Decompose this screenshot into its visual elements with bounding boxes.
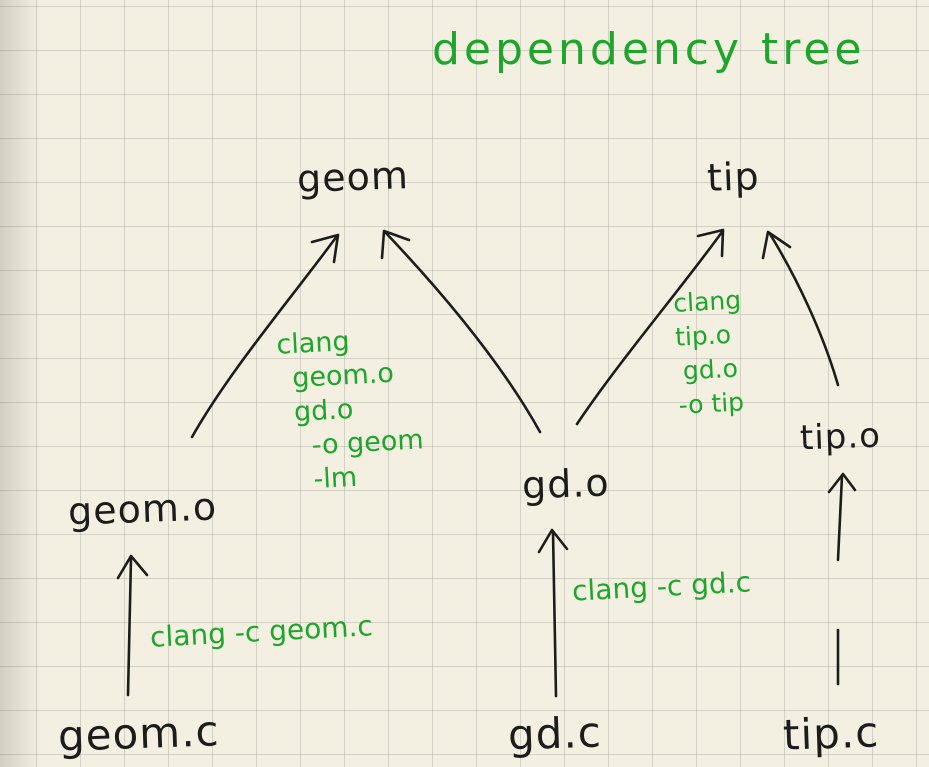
arrow-geom-c-to-geom-o <box>126 556 133 697</box>
node-geom-o: geom.o <box>67 484 218 534</box>
arrowhead-geom-c-to-geom-o <box>116 554 149 580</box>
arrow-gd-c-to-gd-o <box>551 530 558 698</box>
link-tip-line-4: -o tip <box>677 387 745 420</box>
node-gd-c: gd.c <box>507 707 603 760</box>
node-gd-o: gd.o <box>521 460 611 508</box>
node-tip-c: tip.c <box>782 707 881 760</box>
node-tip: tip <box>706 154 761 200</box>
link-geom-command: clang geom.o gd.o -o geom -lm <box>276 321 427 498</box>
node-tip-o: tip.o <box>799 415 882 459</box>
link-tip-line-1: clang <box>672 285 742 318</box>
node-geom-c: geom.c <box>57 706 221 761</box>
link-tip-line-2: tip.o <box>674 319 732 352</box>
node-geom: geom <box>296 153 410 201</box>
link-tip-command: clang tip.o gd.o -o tip <box>672 283 747 422</box>
dependency-arrows <box>116 228 857 698</box>
arrow-tip-o-to-tip <box>768 232 840 387</box>
link-tip-line-3: gd.o <box>682 353 739 386</box>
arrow-tip-c-to-tip-o-upper <box>836 474 844 562</box>
diagram-title: dependency tree <box>432 24 866 75</box>
